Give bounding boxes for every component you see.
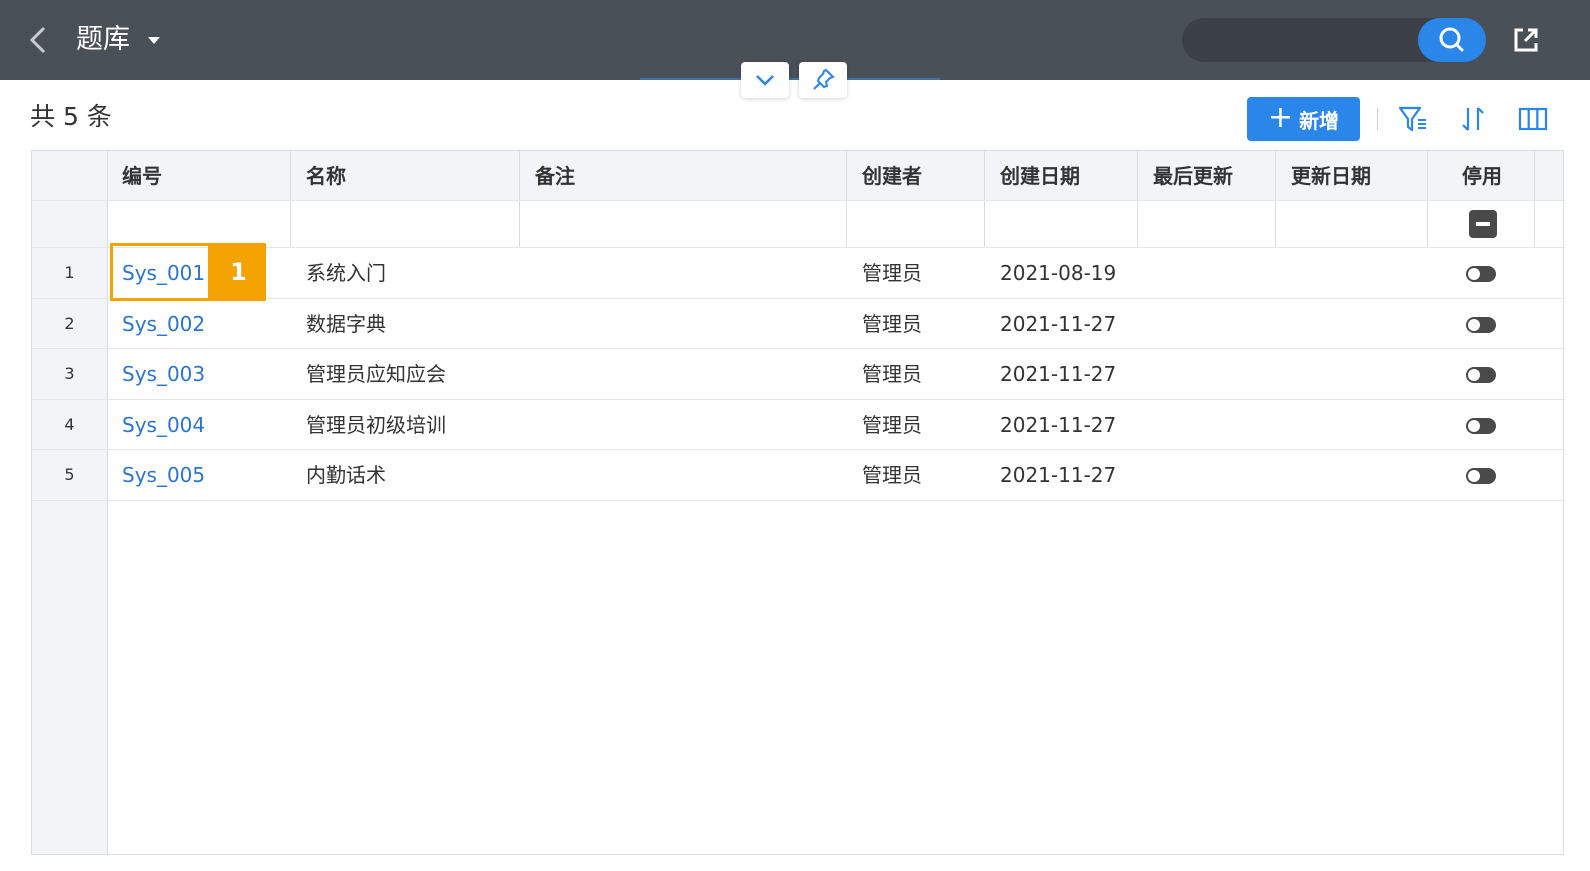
- column-header-name[interactable]: 名称: [306, 151, 346, 201]
- collapse-header-button[interactable]: [741, 62, 789, 98]
- filter-cell-creator[interactable]: [847, 201, 984, 247]
- external-share-icon: [1514, 28, 1538, 52]
- page-title: 题库: [76, 24, 130, 55]
- row-divider: [32, 449, 1565, 450]
- plus-icon: +: [1267, 99, 1294, 135]
- code-link[interactable]: Sys_003: [122, 349, 205, 399]
- title-dropdown-toggle[interactable]: [146, 30, 162, 50]
- filter-cell-remark[interactable]: [520, 201, 846, 247]
- search-icon: [1439, 27, 1464, 52]
- column-divider: [1427, 151, 1428, 247]
- add-button[interactable]: + 新增: [1247, 97, 1360, 141]
- column-divider: [107, 151, 108, 856]
- name-cell: 内勤话术: [306, 463, 386, 487]
- column-header-last-updated-by[interactable]: 最后更新: [1153, 151, 1233, 201]
- row-number: 3: [64, 364, 75, 383]
- filter-cell-name[interactable]: [291, 201, 519, 247]
- creator-cell: 管理员: [862, 413, 922, 437]
- created-date-cell: 2021-11-27: [1000, 312, 1117, 336]
- search-button[interactable]: [1418, 18, 1486, 62]
- code-link[interactable]: Sys_002: [122, 299, 205, 349]
- sort-button[interactable]: [1456, 102, 1490, 136]
- column-divider: [519, 151, 520, 247]
- row-number: 1: [64, 263, 75, 282]
- filter-icon: [1398, 106, 1426, 132]
- caret-down-icon: [148, 37, 160, 44]
- column-header-created-date[interactable]: 创建日期: [1000, 151, 1080, 201]
- disable-toggle[interactable]: [1466, 266, 1496, 282]
- sort-icon: [1462, 107, 1484, 131]
- data-table: 编号 名称 备注 创建者 创建日期 最后更新 更新日期 停用 1 Sys_001…: [31, 150, 1565, 856]
- column-divider: [1534, 151, 1535, 247]
- filter-clear-button[interactable]: [1469, 210, 1497, 238]
- column-header-updated-date[interactable]: 更新日期: [1291, 151, 1371, 201]
- creator-cell: 管理员: [862, 463, 922, 487]
- toolbar-divider: [1377, 108, 1378, 130]
- row-number: 4: [64, 415, 75, 434]
- code-link[interactable]: Sys_004: [122, 400, 205, 450]
- row-divider: [32, 200, 1565, 201]
- column-header-creator[interactable]: 创建者: [862, 151, 922, 201]
- share-button[interactable]: [1508, 22, 1544, 58]
- pin-header-button[interactable]: [799, 62, 847, 98]
- column-divider: [846, 151, 847, 247]
- row-divider: [32, 500, 1565, 501]
- column-divider: [1275, 151, 1276, 247]
- column-header-remark[interactable]: 备注: [535, 151, 575, 201]
- header-accent-line: [640, 78, 940, 80]
- column-divider: [1137, 151, 1138, 247]
- disable-toggle[interactable]: [1466, 468, 1496, 484]
- created-date-cell: 2021-11-27: [1000, 413, 1117, 437]
- row-number: 5: [64, 465, 75, 484]
- name-cell: 管理员初级培训: [306, 413, 446, 437]
- name-cell: 系统入门: [306, 261, 386, 285]
- callout-badge: 1: [211, 243, 266, 301]
- name-cell: 数据字典: [306, 312, 386, 336]
- filter-cell-created-date[interactable]: [985, 201, 1137, 247]
- disable-toggle[interactable]: [1466, 317, 1496, 333]
- filter-button[interactable]: [1396, 102, 1430, 136]
- pin-icon: [813, 68, 835, 90]
- filter-cell-updated-date[interactable]: [1276, 201, 1428, 247]
- column-divider: [984, 151, 985, 247]
- row-divider: [32, 348, 1565, 349]
- back-button[interactable]: [24, 22, 56, 58]
- creator-cell: 管理员: [862, 362, 922, 386]
- chevron-down-icon: [756, 75, 774, 86]
- chevron-left-icon: [29, 26, 46, 54]
- columns-icon: [1518, 107, 1548, 131]
- created-date-cell: 2021-11-27: [1000, 463, 1117, 487]
- columns-button[interactable]: [1516, 102, 1550, 136]
- add-button-label: 新增: [1299, 108, 1340, 133]
- filter-cell-last-updated-by[interactable]: [1138, 201, 1275, 247]
- total-count: 共 5 条: [30, 102, 112, 131]
- row-number: 2: [64, 314, 75, 333]
- code-link[interactable]: Sys_005: [122, 450, 205, 500]
- created-date-cell: 2021-08-19: [1000, 261, 1117, 285]
- creator-cell: 管理员: [862, 312, 922, 336]
- created-date-cell: 2021-11-27: [1000, 362, 1117, 386]
- filter-cell-code[interactable]: [108, 201, 290, 247]
- highlight-box: [110, 243, 211, 301]
- column-divider: [290, 151, 291, 247]
- disable-toggle[interactable]: [1466, 418, 1496, 434]
- column-header-code[interactable]: 编号: [122, 151, 162, 201]
- column-header-disabled[interactable]: 停用: [1462, 151, 1502, 201]
- name-cell: 管理员应知应会: [306, 362, 446, 386]
- creator-cell: 管理员: [862, 261, 922, 285]
- row-divider: [32, 399, 1565, 400]
- top-bar: 题库: [0, 0, 1590, 80]
- disable-toggle[interactable]: [1466, 367, 1496, 383]
